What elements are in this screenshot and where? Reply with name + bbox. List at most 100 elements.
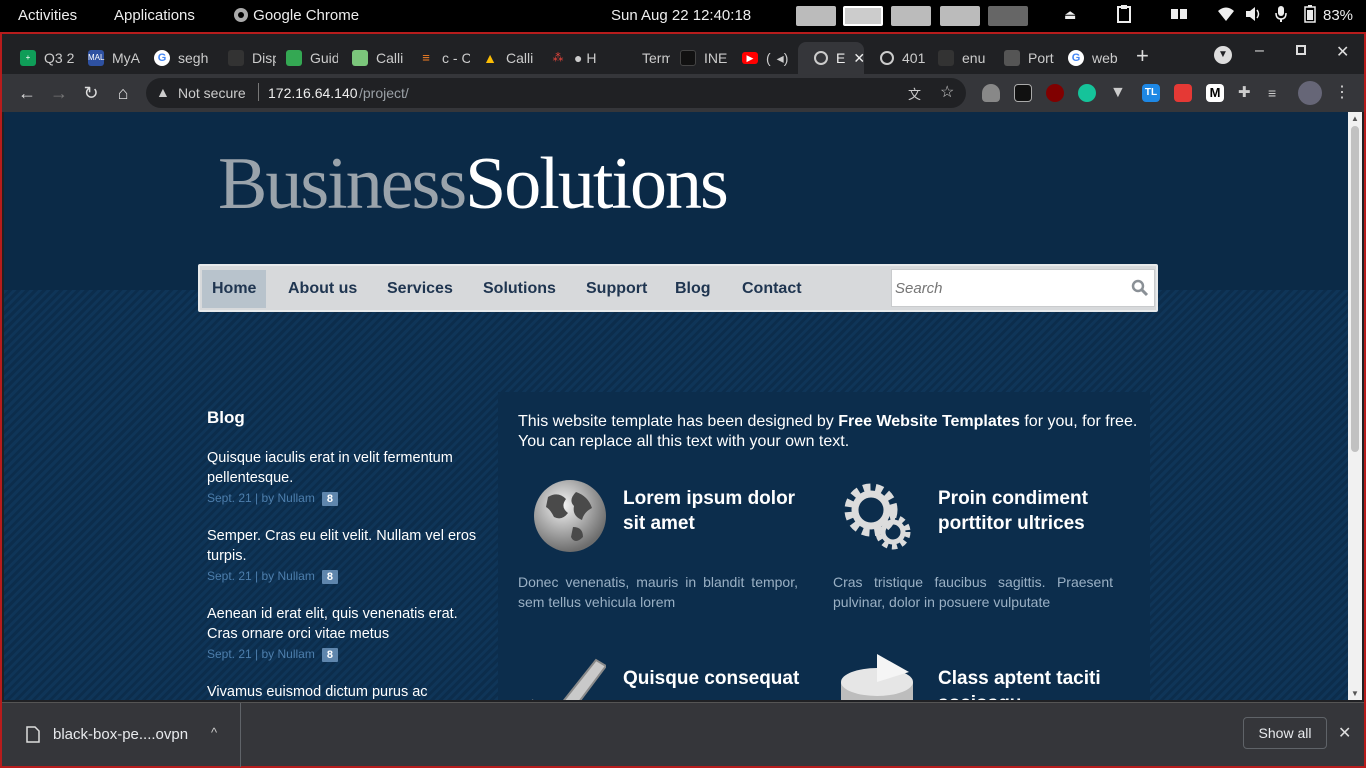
browser-tab[interactable]: Term (602, 42, 670, 74)
warning-icon[interactable]: ▲ (156, 84, 170, 100)
extension-tl-icon[interactable]: TL (1142, 84, 1160, 102)
activities-button[interactable]: Activities (18, 7, 77, 24)
tab-search-icon[interactable]: ▼ (1214, 46, 1232, 64)
scroll-up-arrow[interactable]: ▲ (1351, 114, 1359, 123)
avatar[interactable] (1298, 81, 1322, 105)
browser-tab[interactable]: enu (922, 42, 994, 74)
browser-tab[interactable]: 401 (864, 42, 930, 74)
favicon (352, 50, 368, 66)
vue-devtools-icon[interactable]: ▼ (1110, 84, 1128, 102)
google-icon: G (154, 50, 170, 66)
audio-playing-icon[interactable]: ◂) (777, 50, 789, 67)
back-button[interactable]: ← (16, 82, 38, 104)
feature-title[interactable]: Lorem ipsum dolor sit amet (623, 486, 808, 536)
workspace-3[interactable] (891, 6, 931, 26)
browser-tab[interactable]: Guid (270, 42, 338, 74)
chrome-app-indicator[interactable]: Google Chrome (233, 7, 359, 24)
translate-icon[interactable]: 文 (908, 84, 921, 103)
blog-post-title[interactable]: Quisque iaculis erat in velit fermentum … (207, 448, 482, 488)
close-downloads-icon[interactable]: ✕ (1338, 723, 1351, 743)
clock[interactable]: Sun Aug 22 12:40:18 (611, 7, 751, 24)
download-filename[interactable]: black-box-pe....ovpn (53, 726, 188, 743)
ublock-icon[interactable] (1046, 84, 1064, 102)
nav-home[interactable]: Home (202, 270, 267, 308)
comment-count-badge[interactable]: 8 (321, 648, 338, 662)
browser-tab[interactable]: MAL MyA (72, 42, 140, 74)
blog-post-title[interactable]: Vivamus euismod dictum purus ac semper. (207, 682, 482, 700)
extension-mask-icon[interactable] (1014, 84, 1032, 102)
browser-tab[interactable]: + Q3 2 (4, 42, 78, 74)
nav-about-us[interactable]: About us (278, 270, 367, 308)
close-window-button[interactable]: ✕ (1336, 42, 1349, 62)
url-path[interactable]: /project/ (359, 85, 409, 101)
feature-title[interactable]: Proin condiment porttitor ultrices (938, 486, 1123, 536)
feature-title[interactable]: Quisque consequat (623, 666, 808, 691)
extension-record-icon[interactable] (1174, 84, 1192, 102)
wifi-icon[interactable] (1217, 5, 1235, 27)
page-scrollbar[interactable]: ▲ ▼ (1348, 112, 1362, 700)
search-input[interactable] (892, 270, 1112, 306)
workspace-1[interactable] (796, 6, 836, 26)
nav-solutions[interactable]: Solutions (473, 270, 566, 308)
globe-favicon (880, 51, 894, 65)
blog-post-title[interactable]: Semper. Cras eu elit velit. Nullam vel e… (207, 526, 482, 566)
layout-icon[interactable] (1170, 5, 1188, 27)
reload-button[interactable]: ↻ (80, 82, 102, 104)
battery-icon[interactable] (1304, 5, 1316, 27)
nav-contact[interactable]: Contact (732, 270, 812, 308)
browser-tab[interactable]: Port (988, 42, 1058, 74)
close-tab-icon[interactable]: ✕ (853, 50, 864, 67)
favicon: + (20, 50, 36, 66)
scroll-down-arrow[interactable]: ▼ (1351, 689, 1359, 698)
browser-tab[interactable]: ▶ (◂) (726, 42, 800, 74)
browser-tab[interactable]: ▲ Calli (466, 42, 540, 74)
browser-tab[interactable]: ⁂ ● H (534, 42, 602, 74)
extension-shield-icon[interactable] (982, 84, 1000, 102)
workspace-2[interactable] (843, 6, 883, 26)
chevron-up-icon[interactable]: ^ (211, 725, 217, 740)
url-host[interactable]: 172.16.64.140 (268, 85, 358, 101)
bookmark-star-icon[interactable]: ☆ (940, 82, 954, 102)
browser-tab[interactable]: ≡ c - C (402, 42, 470, 74)
volume-icon[interactable] (1244, 5, 1262, 27)
clipboard-icon[interactable] (1117, 5, 1131, 27)
search-icon[interactable] (1131, 279, 1149, 297)
feature-description: Cras tristique faucibus sagittis. Praese… (833, 574, 1113, 610)
microphone-icon[interactable] (1274, 5, 1288, 27)
applications-menu[interactable]: Applications (114, 7, 195, 24)
nav-support[interactable]: Support (576, 270, 657, 308)
workspace-4[interactable] (940, 6, 980, 26)
browser-tab-active[interactable]: E ✕ (798, 42, 864, 74)
security-label[interactable]: Not secure (178, 85, 246, 101)
new-tab-button[interactable]: + (1136, 45, 1149, 67)
media-queue-icon[interactable]: ≡ (1268, 84, 1286, 102)
minimize-button[interactable]: – (1255, 42, 1264, 60)
extensions-puzzle-icon[interactable]: ✚ (1238, 84, 1256, 102)
blog-post-title[interactable]: Aenean id erat elit, quis venenatis erat… (207, 604, 482, 644)
grammarly-icon[interactable] (1078, 84, 1096, 102)
workspace-5[interactable] (988, 6, 1028, 26)
logo-part-business: Business (218, 143, 467, 225)
browser-tab[interactable]: Calli (336, 42, 404, 74)
extension-m-icon[interactable]: M (1206, 84, 1224, 102)
comment-count-badge[interactable]: 8 (321, 492, 338, 506)
tab-label: Port (1028, 50, 1054, 66)
menu-kebab-icon[interactable]: ⋮ (1334, 84, 1352, 102)
browser-tab[interactable]: INE (664, 42, 732, 74)
maximize-button[interactable] (1296, 45, 1306, 55)
home-button[interactable]: ⌂ (112, 82, 134, 104)
address-bar[interactable]: ▲ Not secure 172.16.64.140 /project/ 文 ☆ (146, 78, 966, 108)
browser-tab[interactable]: Gsegh (138, 42, 208, 74)
forward-button[interactable]: → (48, 82, 70, 104)
browser-tab[interactable]: Gweb (1052, 42, 1124, 74)
feature-title[interactable]: Class aptent taciti sociosqu (938, 666, 1123, 700)
nav-blog[interactable]: Blog (665, 270, 721, 308)
scroll-thumb[interactable] (1351, 126, 1359, 452)
browser-tab[interactable]: Disp (212, 42, 276, 74)
free-website-templates-link[interactable]: Free Website Templates (838, 413, 1020, 430)
eject-icon[interactable]: ⏏ (1064, 7, 1076, 23)
show-all-button[interactable]: Show all (1243, 717, 1327, 749)
nav-services[interactable]: Services (377, 270, 463, 308)
comment-count-badge[interactable]: 8 (321, 570, 338, 584)
site-logo[interactable]: BusinessSolutions (218, 142, 729, 227)
